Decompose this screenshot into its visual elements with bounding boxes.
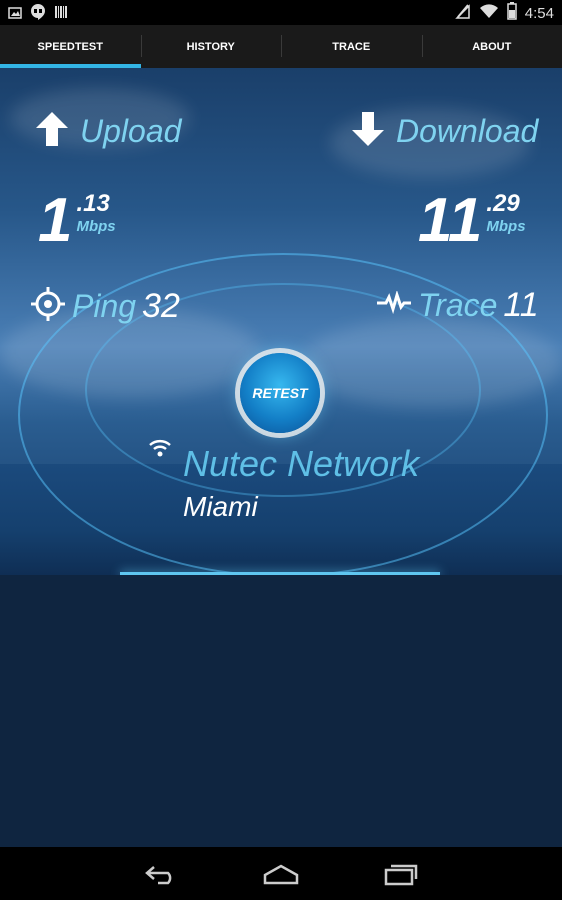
back-icon[interactable]: [141, 859, 181, 889]
upload-value-int: 1: [38, 186, 73, 255]
status-bar: 4:54: [0, 0, 562, 25]
signal-off-icon: [454, 2, 471, 25]
wifi-icon: [479, 3, 499, 24]
upload-label: Upload: [80, 113, 182, 149]
navigation-bar: [0, 847, 562, 900]
status-time: 4:54: [524, 5, 554, 22]
download-value-int: 11: [418, 186, 483, 255]
tab-bar: SPEEDTEST HISTORY TRACE ABOUT: [0, 25, 562, 68]
trace-value: 11: [503, 286, 539, 324]
wifi-icon: [148, 437, 172, 464]
tab-trace[interactable]: TRACE: [281, 25, 422, 68]
recents-icon[interactable]: [381, 859, 421, 889]
waveform-icon: [376, 289, 412, 320]
network-name: Nutec Network: [183, 443, 420, 484]
upload-unit: Mbps: [76, 218, 116, 235]
crosshair-icon: [30, 286, 66, 327]
battery-icon: [507, 2, 517, 25]
image-icon: [8, 6, 22, 24]
trace-row: Trace 11: [376, 286, 539, 325]
arrow-down-icon: [350, 110, 386, 153]
network-city: Miami: [183, 491, 258, 522]
download-value-dec: .29: [486, 190, 520, 217]
download-unit: Mbps: [486, 218, 526, 235]
tab-history[interactable]: HISTORY: [140, 25, 282, 68]
upload-header: Upload: [34, 110, 181, 153]
tab-speedtest[interactable]: SPEEDTEST: [0, 25, 141, 68]
trace-label: Trace: [418, 287, 498, 323]
upload-value-dec: .13: [76, 190, 110, 217]
horizon-glow: [120, 572, 440, 575]
ping-label: Ping: [72, 288, 137, 324]
download-speed: 11 .29 Mbps: [418, 190, 526, 252]
barcode-icon: [54, 5, 68, 24]
tab-about[interactable]: ABOUT: [421, 25, 562, 68]
retest-button[interactable]: RETEST: [240, 353, 320, 433]
hangouts-icon: [30, 3, 46, 26]
ping-row: Ping 32: [30, 286, 180, 327]
ping-value: 32: [142, 287, 180, 325]
download-label: Download: [396, 113, 539, 149]
arrow-up-icon: [34, 110, 70, 153]
home-icon[interactable]: [261, 859, 301, 889]
download-header: Download: [350, 110, 538, 153]
upload-speed: 1 .13 Mbps: [38, 190, 116, 252]
